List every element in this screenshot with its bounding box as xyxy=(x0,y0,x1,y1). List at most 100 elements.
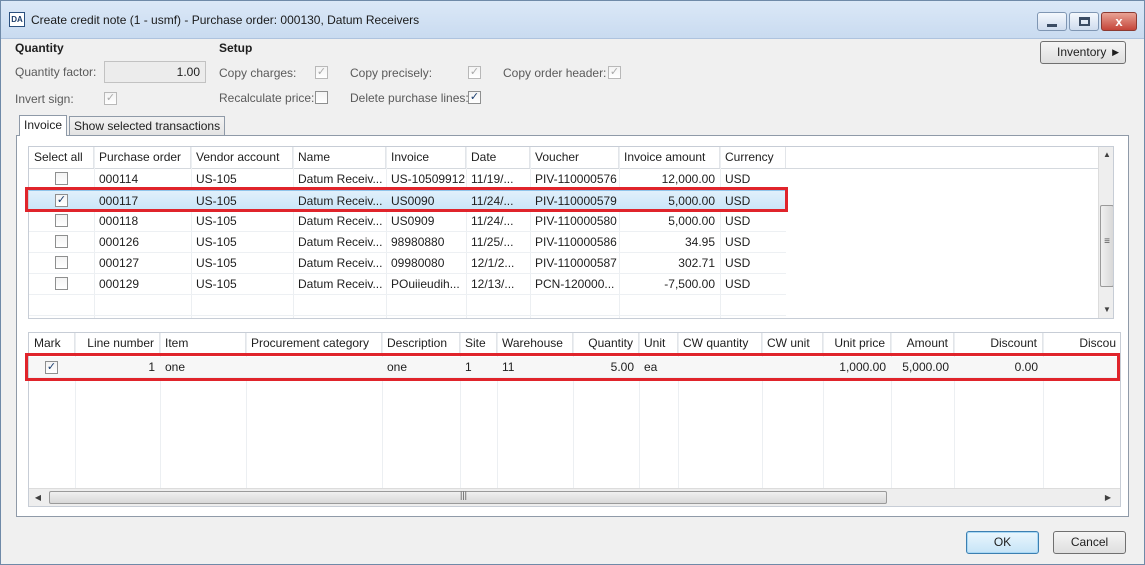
copy-order-header-checkbox[interactable] xyxy=(608,66,621,79)
row-select-checkbox[interactable] xyxy=(55,256,68,269)
invoice-cell-currency: USD xyxy=(725,277,751,291)
invoice-cell-date: 11/24/... xyxy=(471,214,514,228)
maximize-button[interactable] xyxy=(1069,12,1099,31)
scroll-right-icon[interactable]: ▶ xyxy=(1101,490,1115,506)
invoice-cell-invoice-amount: 302.71 xyxy=(678,256,715,270)
purchase-line-row[interactable]: 1oneone1115.00ea1,000.005,000.000.00 xyxy=(29,357,1120,378)
invoice-table-row[interactable]: 000118 US-105 Datum Receiv... US0909 11/24/.… xyxy=(29,211,786,232)
lines-column-header[interactable]: Discou xyxy=(1043,333,1120,354)
lines-grid-scroll-thumb[interactable]: ||| xyxy=(49,490,887,504)
lines-column-header[interactable]: CW quantity xyxy=(678,333,762,354)
grip-icon: ||| xyxy=(460,490,468,500)
invoice-column-header[interactable]: Name xyxy=(293,147,386,168)
ok-button[interactable]: OK xyxy=(966,531,1039,554)
invoice-cell-invoice-amount: -7,500.00 xyxy=(664,277,715,291)
invoice-cell-date: 11/24/... xyxy=(471,194,514,208)
recalculate-price-label: Recalculate price: xyxy=(219,91,315,105)
invoice-cell-purchase-order: 000117 xyxy=(99,194,139,208)
invoice-cell-vendor-account: US-105 xyxy=(196,277,237,291)
invert-sign-checkbox[interactable] xyxy=(104,92,117,105)
line-mark-checkbox[interactable] xyxy=(45,361,58,374)
row-select-checkbox[interactable] xyxy=(55,194,68,207)
invoice-cell-vendor-account: US-105 xyxy=(196,194,237,208)
scroll-down-icon[interactable]: ▼ xyxy=(1099,302,1113,318)
lines-column-header[interactable]: Item xyxy=(160,333,246,354)
lines-column-header[interactable]: Line number xyxy=(75,333,160,354)
lines-column-header[interactable]: Quantity xyxy=(573,333,639,354)
quantity-factor-input[interactable]: 1.00 xyxy=(104,61,206,83)
invoice-cell-currency: USD xyxy=(725,172,751,186)
invoice-cell-invoice-amount: 5,000.00 xyxy=(668,194,715,208)
scroll-left-icon[interactable]: ◀ xyxy=(31,490,45,506)
setup-group-title: Setup xyxy=(219,41,253,55)
chevron-right-icon: ▶ xyxy=(1112,47,1119,57)
tab-invoice[interactable]: Invoice xyxy=(19,115,68,136)
recalculate-price-checkbox[interactable] xyxy=(315,91,328,104)
row-select-checkbox[interactable] xyxy=(55,214,68,227)
close-icon: x xyxy=(1115,14,1123,29)
invoice-cell-invoice: 09980080 xyxy=(391,256,445,270)
invoice-table-row[interactable]: 000129 US-105 Datum Receiv... POuiieudih...… xyxy=(29,274,786,295)
lines-column-header[interactable]: CW unit xyxy=(762,333,823,354)
minimize-button[interactable] xyxy=(1037,12,1067,31)
invoice-column-header[interactable]: Voucher xyxy=(530,147,619,168)
invoice-column-header[interactable]: Vendor account xyxy=(191,147,293,168)
invoice-cell-invoice: US0090 xyxy=(391,194,435,208)
invoice-grid-vertical-scrollbar[interactable]: ▲ ≡ ▼ xyxy=(1098,147,1113,318)
invoice-cell-name: Datum Receiv... xyxy=(298,277,383,291)
invoice-cell-invoice: US-10509912 xyxy=(391,172,466,186)
purchase-lines-grid: Mark Line number Item Procurement category D… xyxy=(28,332,1121,507)
invoice-table-row[interactable]: 000114 US-105 Datum Receiv... US-10509912 11… xyxy=(29,169,786,190)
line-cell-discount: 0.00 xyxy=(1014,360,1038,374)
copy-precisely-label: Copy precisely: xyxy=(350,66,433,80)
scroll-up-icon[interactable]: ▲ xyxy=(1099,147,1113,163)
lines-grid-header: Mark Line number Item Procurement category D… xyxy=(29,333,1120,355)
invoice-cell-currency: USD xyxy=(725,235,751,249)
invoice-column-header[interactable]: Date xyxy=(466,147,530,168)
lines-column-header[interactable]: Warehouse xyxy=(497,333,573,354)
lines-column-header[interactable]: Amount xyxy=(891,333,954,354)
lines-column-header[interactable]: Procurement category xyxy=(246,333,382,354)
tab-show-selected-transactions[interactable]: Show selected transactions xyxy=(69,116,226,136)
invoice-table-row[interactable]: 000127 US-105 Datum Receiv... 09980080 12/1/… xyxy=(29,253,786,274)
invoice-cell-vendor-account: US-105 xyxy=(196,214,237,228)
row-select-checkbox[interactable] xyxy=(55,172,68,185)
quantity-factor-label: Quantity factor: xyxy=(15,65,97,79)
invoice-cell-voucher: PIV-110000579 xyxy=(535,194,617,208)
invoice-column-header[interactable]: Invoice amount xyxy=(619,147,720,168)
delete-purchase-lines-checkbox[interactable] xyxy=(468,91,481,104)
copy-precisely-checkbox[interactable] xyxy=(468,66,481,79)
lines-column-header[interactable]: Description xyxy=(382,333,460,354)
copy-charges-checkbox[interactable] xyxy=(315,66,328,79)
line-cell-cw-unit xyxy=(762,357,823,378)
line-cell-warehouse: 11 xyxy=(502,360,515,374)
lines-column-header[interactable]: Discount xyxy=(954,333,1043,354)
row-select-checkbox[interactable] xyxy=(55,277,68,290)
invoice-column-header[interactable]: Select all xyxy=(29,147,94,168)
invoice-cell-date: 11/25/... xyxy=(471,235,514,249)
invoice-column-header[interactable]: Purchase order xyxy=(94,147,191,168)
invoice-grid-scroll-thumb[interactable]: ≡ xyxy=(1100,205,1113,287)
lines-column-header[interactable]: Site xyxy=(460,333,497,354)
invoice-cell-vendor-account: US-105 xyxy=(196,256,237,270)
invoice-cell-currency: USD xyxy=(725,194,751,208)
app-icon: DA xyxy=(9,12,25,27)
invoice-cell-purchase-order: 000129 xyxy=(99,277,140,291)
line-cell-discount-pct xyxy=(1043,357,1120,378)
lines-column-header[interactable]: Unit xyxy=(639,333,678,354)
invoice-column-header[interactable]: Invoice xyxy=(386,147,466,168)
invoice-table-row[interactable]: 000126 US-105 Datum Receiv... 98980880 11/25… xyxy=(29,232,786,253)
lines-grid-horizontal-scrollbar[interactable]: ◀ ||| ▶ xyxy=(29,488,1120,506)
inventory-menu-button[interactable]: Inventory ▶ xyxy=(1040,41,1126,64)
invoice-table-row[interactable]: 000117 US-105 Datum Receiv... US0090 11/24/.… xyxy=(29,190,786,211)
close-button[interactable]: x xyxy=(1101,12,1137,31)
row-select-checkbox[interactable] xyxy=(55,235,68,248)
cancel-button[interactable]: Cancel xyxy=(1053,531,1126,554)
invoice-cell-invoice-amount: 5,000.00 xyxy=(668,214,715,228)
invoice-cell-name: Datum Receiv... xyxy=(298,214,383,228)
lines-column-header[interactable]: Unit price xyxy=(823,333,891,354)
lines-column-header[interactable]: Mark xyxy=(29,333,75,354)
invoice-column-header[interactable]: Currency xyxy=(720,147,786,168)
invoice-cell-date: 11/19/... xyxy=(471,172,514,186)
title-bar[interactable]: DA Create credit note (1 - usmf) - Purch… xyxy=(1,1,1144,39)
